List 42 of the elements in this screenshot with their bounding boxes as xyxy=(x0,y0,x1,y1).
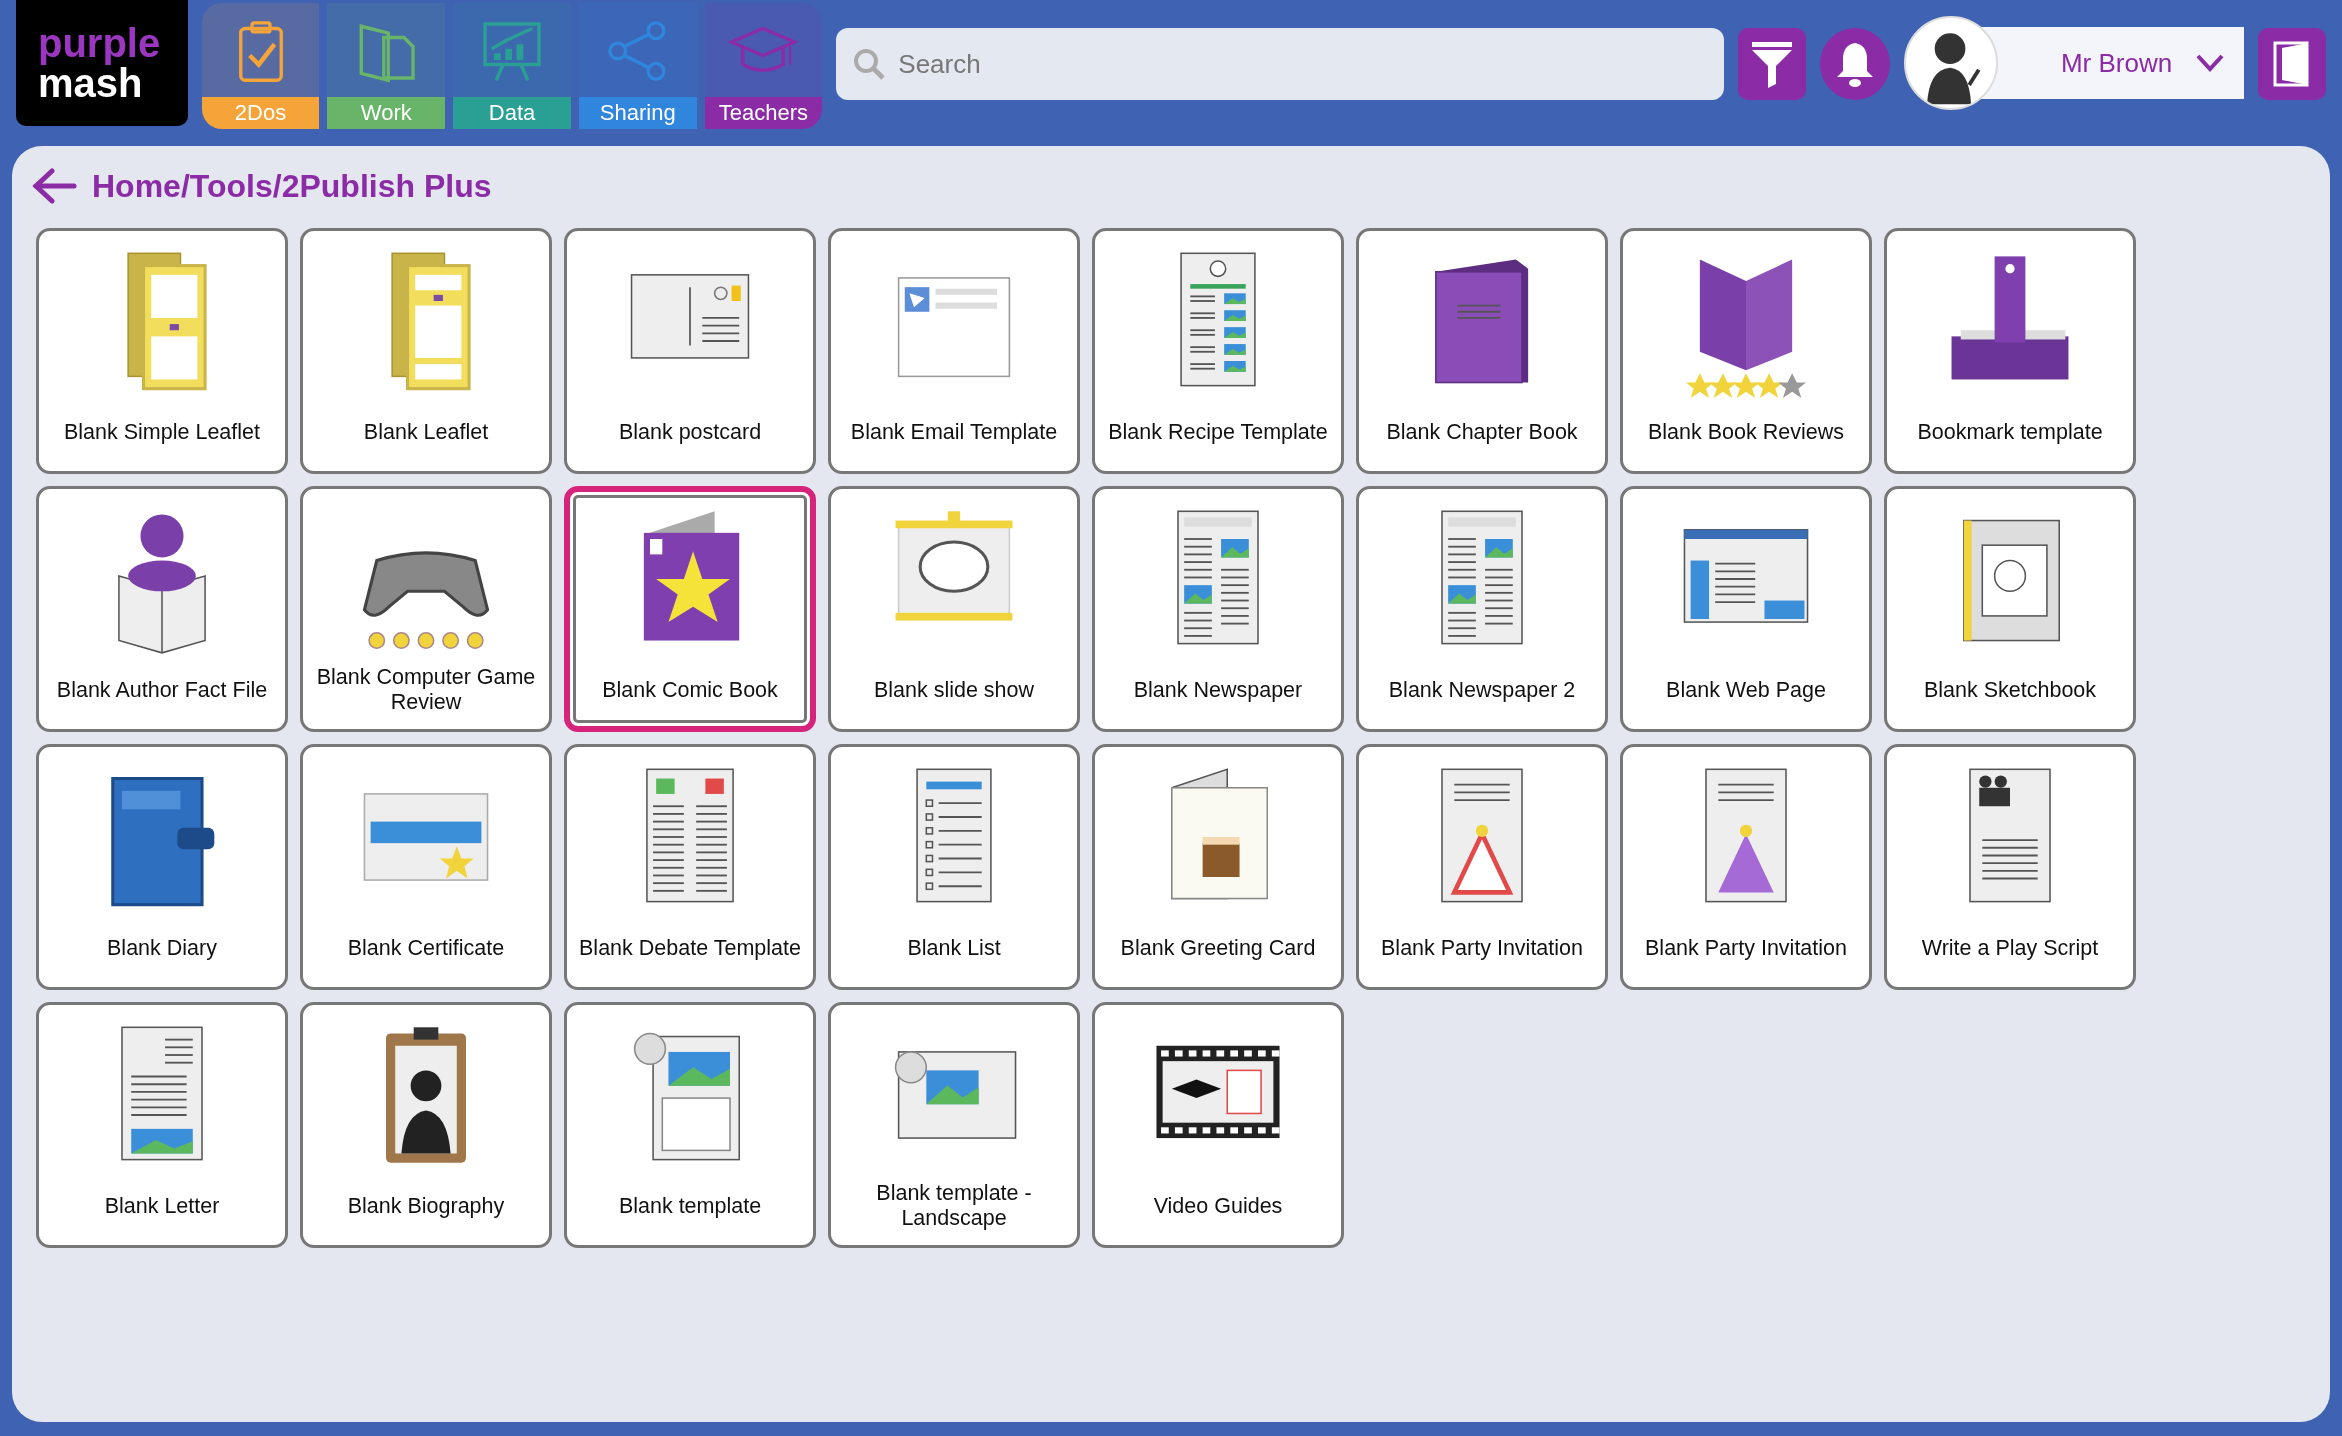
search-field[interactable]: Search xyxy=(836,28,1725,100)
template-tile[interactable]: Blank Greeting Card xyxy=(1092,744,1344,990)
template-tile[interactable]: Blank List xyxy=(828,744,1080,990)
search-icon xyxy=(852,47,887,81)
template-tile[interactable]: Blank template xyxy=(564,1002,816,1248)
template-tile[interactable]: Write a Play Script xyxy=(1884,744,2136,990)
template-tile[interactable]: Blank Certificate xyxy=(300,744,552,990)
template-tile[interactable]: Blank Biography xyxy=(300,1002,552,1248)
user-menu[interactable]: Mr Brown xyxy=(1904,14,2245,112)
logo-text: purple xyxy=(38,23,162,63)
template-tile[interactable]: Blank Chapter Book xyxy=(1356,228,1608,474)
template-tile[interactable]: Blank Sketchbook xyxy=(1884,486,2136,732)
template-tile[interactable]: Blank Author Fact File xyxy=(36,486,288,732)
template-tile[interactable]: Blank Book Reviews xyxy=(1620,228,1872,474)
filter-button[interactable] xyxy=(1738,28,1807,100)
template-tile[interactable]: Blank Debate Template xyxy=(564,744,816,990)
template-tile[interactable]: Blank Letter xyxy=(36,1002,288,1248)
template-tile[interactable]: Blank Party Invitation xyxy=(1620,744,1872,990)
template-tile[interactable]: Blank template - Landscape xyxy=(828,1002,1080,1248)
template-tile[interactable]: Blank Leaflet xyxy=(300,228,552,474)
template-tile[interactable]: Bookmark template xyxy=(1884,228,2136,474)
logout-button[interactable] xyxy=(2258,28,2326,100)
filter-icon xyxy=(1750,40,1795,88)
template-tile[interactable]: Blank Simple Leaflet xyxy=(36,228,288,474)
template-tile[interactable]: Blank Recipe Template xyxy=(1092,228,1344,474)
template-tile[interactable]: Blank Newspaper 2 xyxy=(1356,486,1608,732)
logo[interactable]: purple mash xyxy=(16,0,188,126)
template-tile[interactable]: Video Guides xyxy=(1092,1002,1344,1248)
template-tile[interactable]: Blank Email Template xyxy=(828,228,1080,474)
template-tile[interactable]: Blank postcard xyxy=(564,228,816,474)
template-tile[interactable]: Blank Comic Book xyxy=(564,486,816,732)
breadcrumb[interactable]: Home/Tools/2Publish Plus xyxy=(92,167,492,205)
template-tile[interactable]: Blank Computer Game Review xyxy=(300,486,552,732)
chevron-down-icon xyxy=(2196,54,2225,72)
template-tile[interactable]: Blank Web Page xyxy=(1620,486,1872,732)
nav-tile[interactable]: Teachers xyxy=(704,3,823,129)
template-tile[interactable]: Blank Diary xyxy=(36,744,288,990)
template-tile[interactable]: Blank slide show xyxy=(828,486,1080,732)
nav-tile[interactable]: Sharing xyxy=(578,3,697,129)
template-tile[interactable]: Blank Party Invitation xyxy=(1356,744,1608,990)
template-tile[interactable]: Blank Newspaper xyxy=(1092,486,1344,732)
bell-icon xyxy=(1835,41,1876,87)
